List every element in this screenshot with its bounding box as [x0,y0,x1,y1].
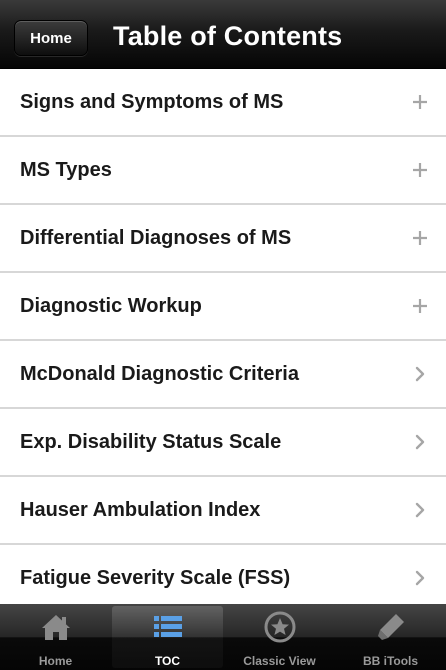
navigation-bar: Home Table of Contents [0,0,446,69]
list-item-label: Exp. Disability Status Scale [20,431,282,453]
list-item[interactable]: Signs and Symptoms of MS [0,69,446,137]
tab-toc-label: TOC [154,654,181,668]
list-item[interactable]: McDonald Diagnostic Criteria [0,341,446,409]
list-item-label: MS Types [20,159,112,181]
list-item-label: Fatigue Severity Scale (FSS) [20,567,291,589]
list-item[interactable]: Diagnostic Workup [0,273,446,341]
tab-toc[interactable]: TOC [112,606,223,668]
tab-classic-view[interactable]: Classic View [224,604,335,670]
plus-icon[interactable] [408,273,432,339]
tab-classic-view-label: Classic View [243,654,316,668]
tab-bb-itools-label: BB iTools [362,654,419,668]
list-item[interactable]: Exp. Disability Status Scale [0,409,446,477]
chevron-right-icon [408,477,432,543]
list-item[interactable]: MS Types [0,137,446,205]
list-item-label: Signs and Symptoms of MS [20,91,284,113]
house-icon [39,610,73,644]
page-title: Table of Contents [113,21,343,51]
list-item[interactable]: Fatigue Severity Scale (FSS) [0,545,446,613]
toc-screen: Home Table of Contents Signs and Symptom… [0,0,446,670]
tab-home[interactable]: Home [0,604,111,670]
list-item[interactable]: Differential Diagnoses of MS [0,205,446,273]
plus-icon[interactable] [408,69,432,135]
list-item-label: McDonald Diagnostic Criteria [20,363,299,385]
star-circle-icon [263,610,297,644]
plus-icon[interactable] [408,137,432,203]
tab-home-label: Home [38,654,73,668]
tab-bb-itools[interactable]: BB iTools [335,604,446,670]
list-item-label: Diagnostic Workup [20,295,202,317]
tab-bar: Home TOC Classic View BB iTools [0,604,446,670]
toc-list: Signs and Symptoms of MS MS Types Differ… [0,69,446,613]
list-item[interactable]: Hauser Ambulation Index [0,477,446,545]
chevron-right-icon [408,409,432,475]
chevron-right-icon [408,341,432,407]
chevron-right-icon [408,545,432,611]
home-button[interactable]: Home [14,20,88,56]
list-item-label: Differential Diagnoses of MS [20,227,292,249]
list-icon [151,610,185,644]
plus-icon[interactable] [408,205,432,271]
tool-icon [374,610,408,644]
list-item-label: Hauser Ambulation Index [20,499,261,521]
